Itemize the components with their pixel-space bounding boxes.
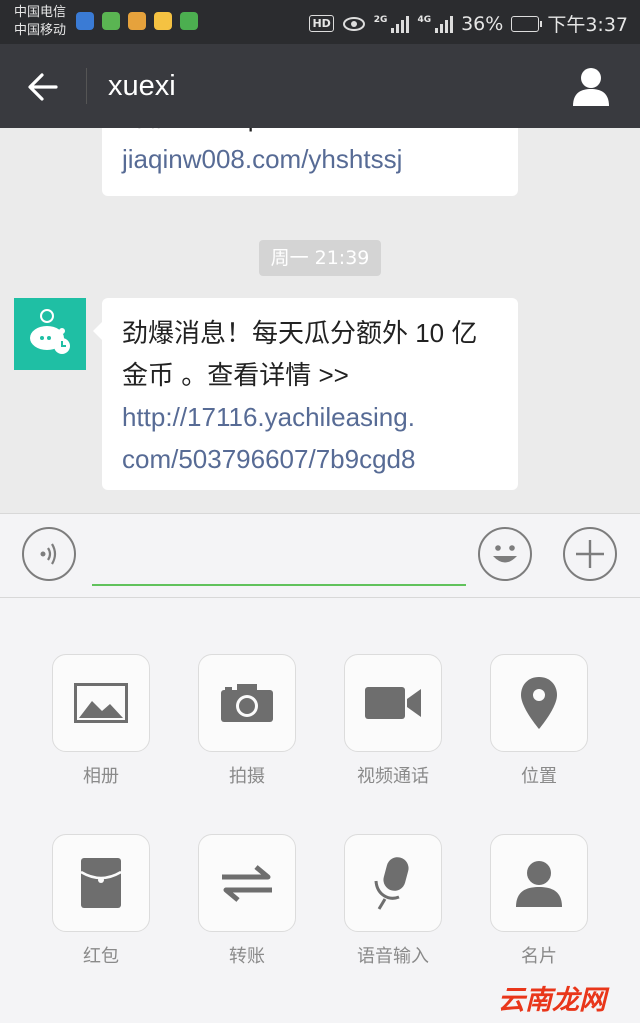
- note-app-icon: [180, 12, 198, 30]
- piggy-bank-icon: [30, 309, 70, 354]
- tool-video-call-label: 视频通话: [357, 766, 429, 787]
- message-link-line-2[interactable]: com/503796607/7b9cgd8: [122, 438, 500, 480]
- tool-red-packet-label: 红包: [83, 946, 119, 967]
- carrier-2: 中国移动: [14, 23, 67, 38]
- signal-icon-1: [391, 15, 410, 33]
- carrier-1: 中国电信: [14, 5, 67, 20]
- chat-info-user-icon[interactable]: [572, 66, 610, 106]
- battery-icon: [511, 15, 543, 32]
- chat-title: xuexi: [108, 70, 176, 102]
- image-icon: [74, 683, 128, 723]
- microphone-icon: [374, 857, 409, 910]
- tool-voice-input-label: 语音输入: [357, 946, 429, 967]
- tool-location-label: 位置: [521, 766, 557, 787]
- camera-icon: [221, 684, 273, 722]
- smiley-icon: [493, 545, 517, 563]
- sender-avatar[interactable]: [14, 298, 86, 370]
- message-bubble-previous[interactable]: 详情 >> http://202dd. jiaqinw008.com/yhsht…: [102, 128, 518, 196]
- message-link-partial: 详情 >> http://202dd.: [122, 128, 363, 138]
- chat-header: xuexi: [0, 44, 640, 128]
- back-arrow-icon[interactable]: [26, 70, 60, 104]
- tool-camera-label: 拍摄: [229, 766, 265, 787]
- video-icon: [365, 687, 421, 719]
- input-bar: [0, 513, 640, 598]
- transfer-icon: [222, 865, 272, 902]
- notification-icons: [76, 12, 198, 30]
- tool-contact-card-label: 名片: [521, 946, 557, 967]
- message-bubble-latest[interactable]: 劲爆消息！每天瓜分额外 10 亿 金币 。查看详情 >> http://1711…: [93, 298, 518, 490]
- hd-badge: HD: [309, 15, 334, 32]
- status-bar: 中国电信 中国移动 HD 2G 4G 36% 下午3:37: [0, 0, 640, 44]
- message-text-line-1: 劲爆消息！每天瓜分额外 10 亿: [122, 318, 478, 348]
- contact-card-icon: [516, 861, 562, 907]
- clock: 下午3:37: [547, 14, 628, 36]
- message-text-line-2: 金币 。查看详情 >>: [122, 360, 349, 390]
- voice-mode-button[interactable]: [22, 527, 76, 581]
- tool-location-button[interactable]: [490, 654, 588, 752]
- headset-app-icon: [102, 12, 120, 30]
- shield-app-icon: [76, 12, 94, 30]
- tool-album-label: 相册: [83, 766, 119, 787]
- tool-transfer-button[interactable]: [198, 834, 296, 932]
- header-divider: [86, 68, 87, 104]
- watermark-logo: 云南龙网: [498, 985, 606, 1016]
- red-packet-icon: [81, 858, 121, 908]
- eye-icon: [342, 16, 365, 31]
- status-right: HD 2G 4G 36% 下午3:37: [309, 10, 628, 37]
- message-input[interactable]: [92, 530, 466, 586]
- tool-voice-input-button[interactable]: [344, 834, 442, 932]
- tools-panel: 相册 拍摄 视频通话 位置 红包 转账 语音输入 名片: [0, 598, 640, 1023]
- plus-icon: [576, 540, 604, 568]
- tool-contact-card-button[interactable]: [490, 834, 588, 932]
- emoji-button[interactable]: [478, 527, 532, 581]
- tool-red-packet-button[interactable]: [52, 834, 150, 932]
- battery-percent: 36%: [461, 12, 504, 35]
- tool-transfer-label: 转账: [229, 946, 265, 967]
- message-link-line-1[interactable]: http://17116.yachileasing.: [122, 396, 500, 438]
- network-type-2: 4G: [417, 14, 432, 25]
- cat-app-icon: [128, 12, 146, 30]
- tool-album-button[interactable]: [52, 654, 150, 752]
- more-button[interactable]: [563, 527, 617, 581]
- message-list[interactable]: 详情 >> http://202dd. jiaqinw008.com/yhsht…: [0, 128, 640, 513]
- tool-video-call-button[interactable]: [344, 654, 442, 752]
- timestamp-chip: 周一 21:39: [259, 240, 381, 276]
- location-pin-icon: [521, 677, 557, 729]
- owl-app-icon: [154, 12, 172, 30]
- tool-camera-button[interactable]: [198, 654, 296, 752]
- signal-icon-2: [435, 15, 454, 33]
- voice-wave-icon: [40, 543, 57, 565]
- message-link-tail[interactable]: jiaqinw008.com/yhshtssj: [122, 138, 512, 180]
- network-type-1: 2G: [373, 14, 388, 25]
- carrier-info: 中国电信 中国移动: [14, 4, 66, 40]
